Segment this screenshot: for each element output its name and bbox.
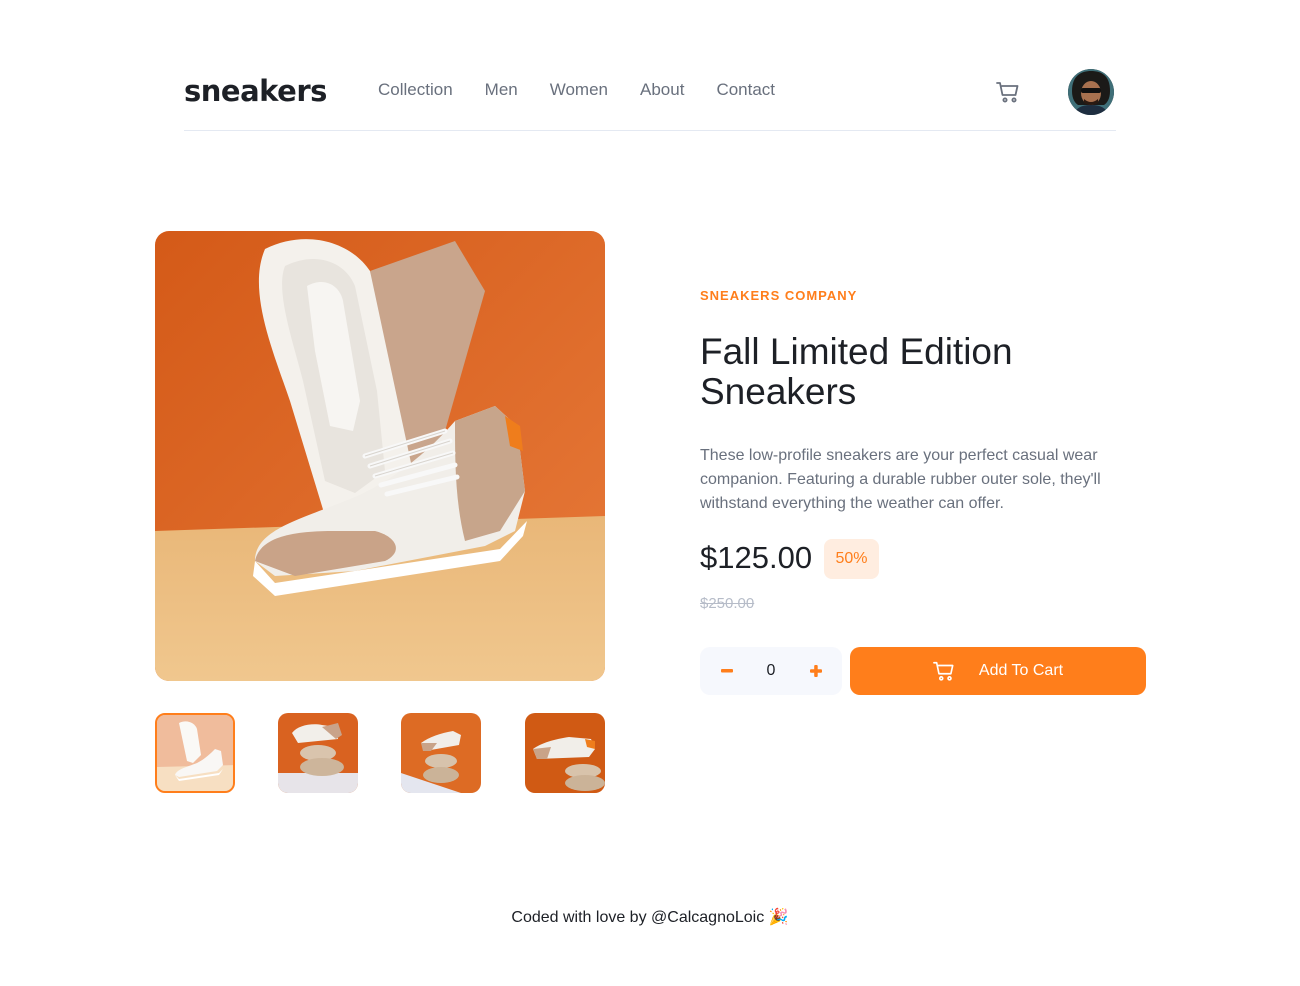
quantity-stepper: 0 [700, 647, 842, 695]
nav-men[interactable]: Men [485, 80, 518, 100]
product-description: These low-profile sneakers are your perf… [700, 447, 1101, 512]
nav-about[interactable]: About [640, 80, 684, 100]
product-main-image[interactable] [155, 231, 605, 681]
site-header: sneakers Collection Men Women About Cont… [184, 68, 1116, 131]
product-title: Fall Limited Edition Sneakers [700, 331, 1013, 412]
nav-women[interactable]: Women [550, 80, 608, 100]
discount-badge: 50% [824, 539, 879, 579]
original-price: $250.00 [700, 595, 755, 612]
plus-icon [810, 665, 822, 677]
thumbnail-2[interactable] [278, 713, 358, 793]
increase-quantity-button[interactable] [792, 647, 840, 695]
cart-icon [932, 661, 954, 681]
logo[interactable]: sneakers [184, 74, 327, 108]
thumbnail-1[interactable] [155, 713, 235, 793]
product-page: sneakers Collection Men Women About Cont… [0, 0, 1300, 986]
footer-credit: Coded with love by @CalcagnoLoic 🎉 [511, 909, 789, 926]
quantity-value: 0 [766, 662, 776, 679]
decrease-quantity-button[interactable] [703, 647, 751, 695]
nav-contact[interactable]: Contact [716, 80, 775, 100]
add-to-cart-button[interactable]: Add To Cart [850, 647, 1146, 695]
avatar[interactable] [1068, 69, 1114, 115]
thumbnail-3[interactable] [401, 713, 481, 793]
cart-icon[interactable] [996, 80, 1020, 104]
thumbnail-4[interactable] [525, 713, 605, 793]
add-to-cart-label: Add To Cart [978, 662, 1064, 679]
current-price: $125.00 [700, 540, 813, 575]
thumbnail-strip [155, 713, 605, 793]
main-nav: Collection Men Women About Contact [378, 80, 775, 100]
minus-icon [721, 669, 733, 673]
nav-collection[interactable]: Collection [378, 80, 453, 100]
company-label: SNEAKERS COMPANY [700, 288, 858, 303]
